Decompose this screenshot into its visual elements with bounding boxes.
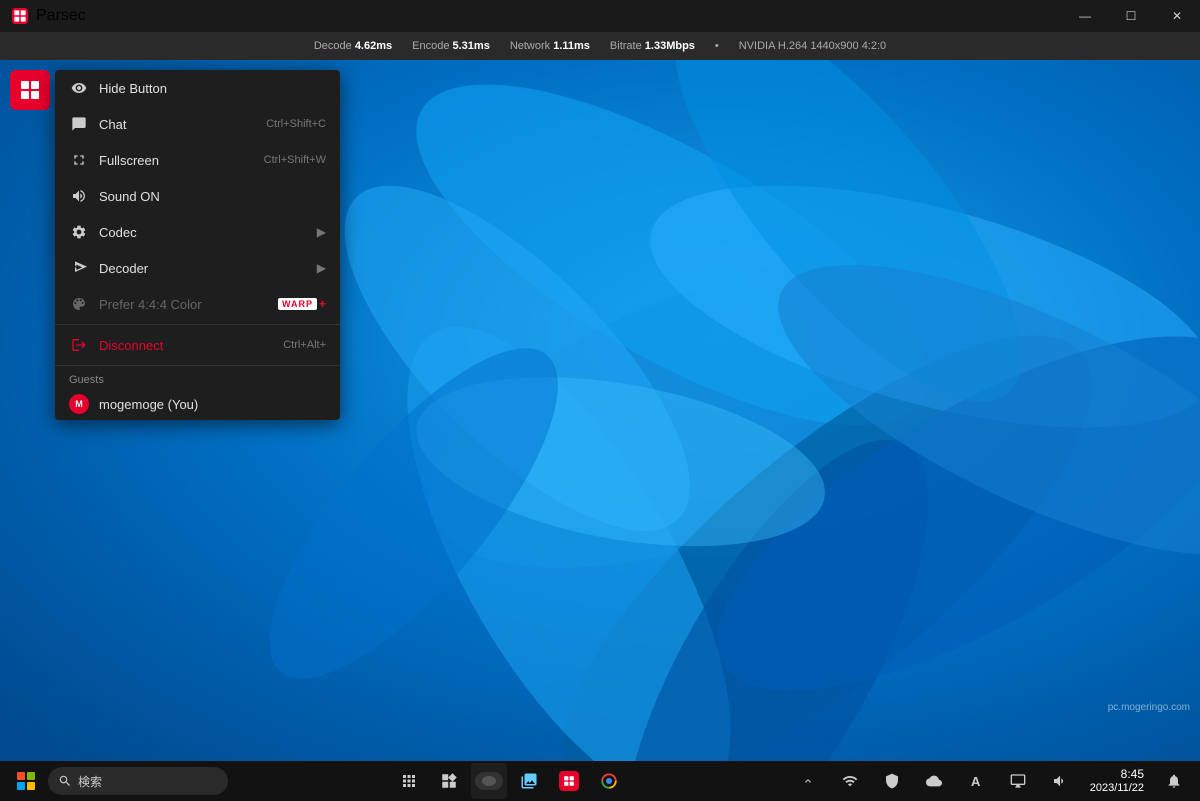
search-icon — [58, 774, 72, 788]
chat-icon — [69, 114, 89, 134]
watermark: pc.mogeringo.com — [1108, 702, 1190, 713]
decoder-arrow: ▶ — [317, 261, 326, 275]
context-menu: Hide Button Chat Ctrl+Shift+C Fullscreen… — [55, 70, 340, 420]
network-icon — [842, 773, 858, 789]
close-button[interactable]: ✕ — [1154, 0, 1200, 32]
chat-shortcut: Ctrl+Shift+C — [266, 118, 326, 130]
title-bar: Parsec — ☐ ✕ — [0, 0, 1200, 32]
clock-time: 8:45 — [1090, 767, 1144, 781]
display-icon — [1010, 773, 1026, 789]
parsec-overlay-button[interactable] — [10, 70, 50, 110]
taskbar-center — [236, 763, 782, 799]
guest-item: M mogemoge (You) — [55, 388, 340, 420]
display-tray[interactable] — [1000, 763, 1036, 799]
security-tray[interactable] — [874, 763, 910, 799]
gallery-icon — [520, 772, 538, 790]
codec-icon — [69, 222, 89, 242]
parsec-taskbar-icon — [559, 771, 579, 791]
clock-area[interactable]: 8:45 2023/11/22 — [1084, 763, 1150, 799]
taskview-icon — [400, 772, 418, 790]
guest-avatar: M — [69, 394, 89, 414]
eye-icon — [69, 78, 89, 98]
codec-info: NVIDIA H.264 1440x900 4:2:0 — [739, 40, 886, 52]
menu-item-sound[interactable]: Sound ON — [55, 178, 340, 214]
chat-label: Chat — [99, 117, 266, 132]
menu-item-fullscreen[interactable]: Fullscreen Ctrl+Shift+W — [55, 142, 340, 178]
widgets-icon — [440, 772, 458, 790]
minimize-button[interactable]: — — [1062, 0, 1108, 32]
cloud-tray[interactable] — [916, 763, 952, 799]
sound-label: Sound ON — [99, 189, 326, 204]
disconnect-label: Disconnect — [99, 338, 283, 353]
gallery-button[interactable] — [511, 763, 547, 799]
sound-icon — [69, 186, 89, 206]
font-tray[interactable]: A — [958, 763, 994, 799]
stats-bar: Decode 4.62ms Encode 5.31ms Network 1.11… — [0, 32, 1200, 60]
fullscreen-icon — [69, 150, 89, 170]
chrome-icon — [600, 772, 618, 790]
hide-button-label: Hide Button — [99, 81, 326, 96]
warp-badge: WARP — [278, 298, 317, 310]
app-icon — [12, 8, 28, 24]
prefer-color-label: Prefer 4:4:4 Color — [99, 297, 278, 312]
volume-tray[interactable] — [1042, 763, 1078, 799]
search-text: 検索 — [78, 773, 102, 790]
network-tray[interactable] — [832, 763, 868, 799]
taskbar-right: A 8:45 2023/11/22 — [782, 763, 1200, 799]
codec-label: Codec — [99, 225, 317, 240]
encode-stat: Encode 5.31ms — [412, 40, 490, 52]
taskbar-app-1[interactable] — [471, 763, 507, 799]
guests-divider — [55, 365, 340, 366]
menu-item-codec[interactable]: Codec ▶ — [55, 214, 340, 250]
main-area: Hide Button Chat Ctrl+Shift+C Fullscreen… — [0, 60, 1200, 761]
title-bar-controls: — ☐ ✕ — [1062, 0, 1200, 32]
chevron-up-icon — [802, 775, 814, 787]
codec-arrow: ▶ — [317, 225, 326, 239]
taskview-button[interactable] — [391, 763, 427, 799]
windows-logo — [17, 772, 35, 790]
widgets-button[interactable] — [431, 763, 467, 799]
network-stat: Network 1.11ms — [510, 40, 590, 52]
windows-start-button[interactable] — [8, 763, 44, 799]
parsec-taskbar-button[interactable] — [551, 763, 587, 799]
clock-date: 2023/11/22 — [1090, 782, 1144, 795]
menu-item-prefer-color[interactable]: Prefer 4:4:4 Color WARP + — [55, 286, 340, 322]
fullscreen-label: Fullscreen — [99, 153, 264, 168]
decode-stat: Decode 4.62ms — [314, 40, 392, 52]
menu-item-disconnect[interactable]: Disconnect Ctrl+Alt+ — [55, 327, 340, 363]
warp-plus: + — [319, 297, 326, 311]
guest-name: mogemoge (You) — [99, 397, 198, 412]
menu-item-decoder[interactable]: Decoder ▶ — [55, 250, 340, 286]
decoder-icon — [69, 258, 89, 278]
decoder-label: Decoder — [99, 261, 317, 276]
tray-chevron[interactable] — [790, 763, 826, 799]
taskbar-left: 検索 — [0, 763, 236, 799]
volume-icon — [1052, 773, 1068, 789]
dark-oval-icon — [475, 772, 503, 790]
menu-divider — [55, 324, 340, 325]
maximize-button[interactable]: ☐ — [1108, 0, 1154, 32]
bell-icon — [1166, 773, 1182, 789]
disconnect-shortcut: Ctrl+Alt+ — [283, 339, 326, 351]
shield-icon — [884, 773, 900, 789]
color-icon — [69, 294, 89, 314]
bitrate-stat: Bitrate 1.33Mbps — [610, 40, 695, 52]
fullscreen-shortcut: Ctrl+Shift+W — [264, 154, 326, 166]
app-title: Parsec — [36, 7, 86, 25]
cloud-icon — [926, 773, 942, 789]
menu-item-chat[interactable]: Chat Ctrl+Shift+C — [55, 106, 340, 142]
chrome-button[interactable] — [591, 763, 627, 799]
guests-section-label: Guests — [55, 368, 340, 388]
clock: 8:45 2023/11/22 — [1090, 767, 1144, 795]
taskbar-search[interactable]: 検索 — [48, 767, 228, 795]
font-a-icon: A — [971, 774, 980, 789]
disconnect-icon — [69, 335, 89, 355]
stats-separator: • — [715, 40, 719, 52]
menu-item-hide-button[interactable]: Hide Button — [55, 70, 340, 106]
taskbar: 検索 — [0, 761, 1200, 801]
notification-button[interactable] — [1156, 763, 1192, 799]
